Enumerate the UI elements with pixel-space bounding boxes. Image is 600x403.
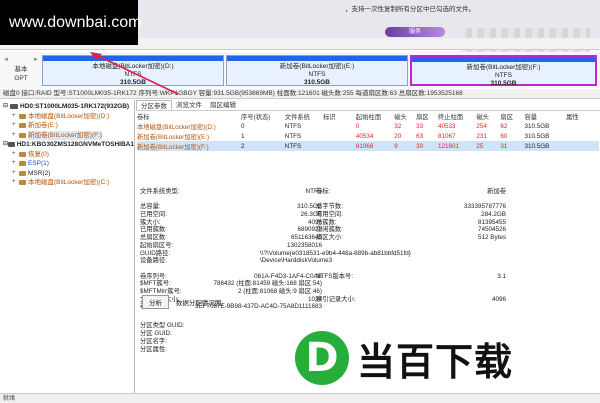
expand-icon: + [12, 179, 16, 185]
tree-disk-hd0[interactable]: ⊟ HD0:ST1000LM035-1RK172(932GB) [3, 102, 134, 112]
expand-icon: + [12, 169, 16, 176]
tree-partition-d[interactable]: + 本地磁盘(BitLocker加密)(D:) [3, 112, 134, 122]
tree-partition-msr[interactable]: + MSR(2) [3, 169, 134, 179]
disk-partition-d[interactable]: 本地磁盘(BitLocker加密)(D:) NTFS 310.5GB [42, 55, 224, 86]
tree-partition-f[interactable]: + 新加卷(BitLocker加密)(F:) [3, 130, 134, 140]
table-row[interactable]: 本地磁盘(BitLocker加密)(D:) 0 NTFS 0 32 33 40533 254 6… [137, 121, 599, 131]
expand-icon: + [12, 122, 16, 128]
partition-details: 文件系统类型: NTFS 卷标: 新加卷 总容量: 310.5GB 总字节数: 333395… [140, 188, 506, 311]
tree-partition-e[interactable]: + 新加卷(E:) [3, 121, 134, 131]
disk-icon [8, 142, 15, 148]
status-bar: 就绪 [0, 393, 600, 403]
site-logo: D 当百下载 [295, 330, 575, 386]
expand-icon: + [12, 160, 16, 166]
analyze-label: 数据分配情况图: [175, 300, 224, 307]
disk-partition-f[interactable]: 新加卷(BitLocker加密)(F:) NTFS 310.5GB [410, 55, 597, 87]
partition-icon [19, 180, 26, 186]
table-row[interactable]: 新加卷(BitLocker加密)(E:) 1 NTFS 40534 20 63 81067 2… [137, 131, 599, 141]
disk-type-label: ◄ ► 基本 GPT [3, 56, 39, 83]
panel-tabs: 分区参数 浏览文件 扇区编辑 [136, 100, 600, 111]
tree-partition-c[interactable]: + 本地磁盘(BitLocker加密)(C:) [3, 178, 134, 188]
prev-disk-icon[interactable]: ◄ [3, 56, 9, 65]
collapse-icon: ⊟ [3, 103, 9, 109]
table-row[interactable]: 新加卷(BitLocker加密)(F:) 2 NTFS 81068 9 30 121601 2… [137, 141, 599, 151]
partition-icon [19, 113, 26, 119]
disk-partition-e[interactable]: 新加卷(BitLocker加密)(E:) NTFS 310.5GB [226, 55, 408, 86]
expand-icon: + [12, 112, 16, 119]
partition-icon [19, 132, 26, 138]
analyze-button[interactable]: 分析 [142, 295, 169, 309]
disk-scheme: GPT [14, 75, 28, 82]
disk-map: ◄ ► 基本 GPT 本地磁盘(BitLocker加密)(D:) NTFS 310… [0, 52, 600, 88]
disk-kind: 基本 [14, 66, 28, 73]
partition-icon [19, 170, 26, 176]
disk-tree: ⊟ HD0:ST1000LM035-1RK172(932GB) + 本地磁盘(Bit… [0, 100, 135, 403]
tab-partition-params[interactable]: 分区参数 [136, 100, 172, 110]
partition-icon [19, 161, 26, 167]
tab-browse-files[interactable]: 浏览文件 [172, 100, 206, 110]
partition-table: 卷标 序号(状态) 文件系统 标识 起始柱面 磁头 扇区 终止柱面 磁头 扇区 容量 属性 本地磁盘(… [137, 111, 599, 151]
disk-icon [10, 104, 18, 110]
analyze-row: 分析 数据分配情况图: [142, 295, 223, 309]
partition-icon [19, 123, 26, 129]
next-disk-icon[interactable]: ► [33, 56, 39, 65]
partition-type-info: 分区类型 GUID: 分区 GUID: 分区名字: 分区属性: [140, 322, 185, 353]
logo-mark: D [295, 331, 349, 385]
tree-partition-recovery[interactable]: + 恢复(0) [3, 150, 134, 160]
watermark: www.downbai.com [0, 0, 142, 45]
table-header: 卷标 序号(状态) 文件系统 标识 起始柱面 磁头 扇区 终止柱面 磁头 扇区 容量 属性 [137, 113, 579, 121]
partition-icon [19, 151, 26, 157]
expand-icon: + [12, 150, 16, 157]
expand-icon: + [12, 131, 16, 138]
disk-info-line: 磁盘0 接口:RAID 型号:ST1000LM035-1RK172 序列号:WK… [0, 89, 600, 99]
tree-partition-esp[interactable]: + ESP(1) [3, 159, 134, 169]
service-badge[interactable]: 服务 [385, 27, 445, 37]
tab-sector-edit[interactable]: 扇区编辑 [206, 100, 240, 110]
logo-text: 当百下载 [357, 339, 514, 384]
tree-disk-hd1[interactable]: ⊟ HD1:KBG30ZMS128GNVMeTOSHIBA1 [3, 140, 134, 150]
top-hint-text: ，支持一次性复制所有分区中已勾选的文件。 [345, 6, 475, 13]
